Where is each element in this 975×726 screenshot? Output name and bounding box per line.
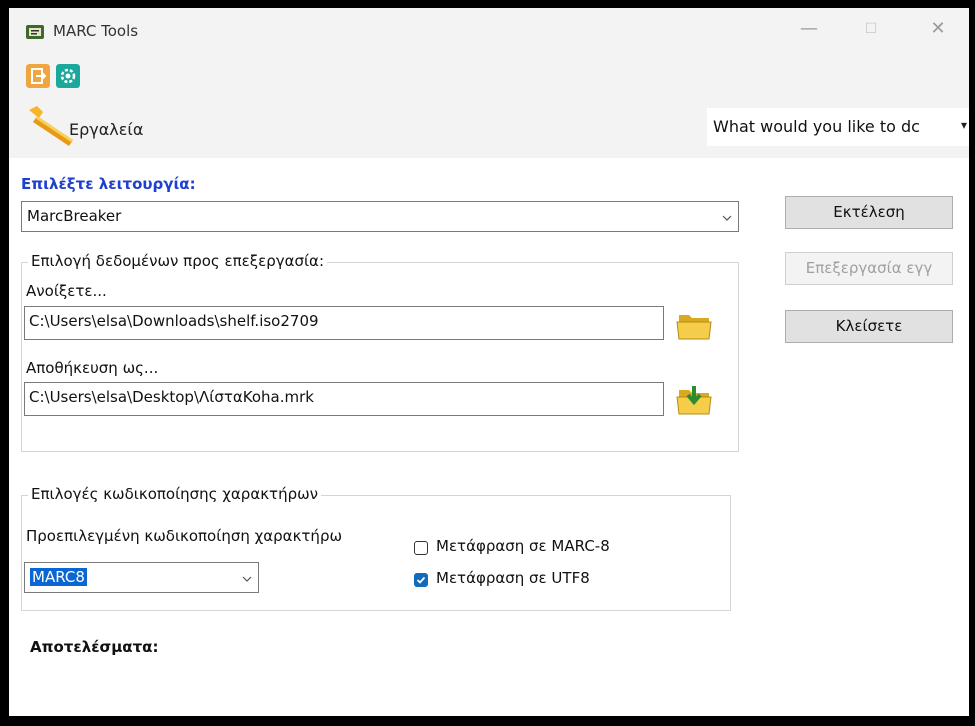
edit-records-button[interactable]: Επεξεργασία εγγ: [785, 252, 953, 285]
minimize-button[interactable]: —: [789, 18, 829, 39]
app-icon: [26, 25, 44, 39]
data-selection-title: Επιλογή δεδομένων προς επεξεργασία:: [28, 252, 327, 270]
default-encoding-value-wrap: MARC8: [30, 568, 87, 586]
function-select-value: MarcBreaker: [27, 207, 122, 225]
default-encoding-select[interactable]: MARC8: [24, 562, 259, 593]
results-label: Αποτελέσματα:: [30, 638, 159, 656]
open-file-path-value: C:\Users\elsa\Downloads\shelf.iso2709: [29, 312, 319, 330]
save-as-label: Αποθήκευση ως...: [26, 359, 159, 377]
tell-me-search-box[interactable]: What would you like to dc ▾: [707, 108, 969, 146]
encoding-options-group: Επιλογές κωδικοποίησης χαρακτήρων Προεπι…: [21, 485, 731, 611]
utf8-checkbox-label: Μετάφραση σε UTF8: [436, 569, 590, 587]
marc8-checkbox-label: Μετάφραση σε MARC-8: [436, 537, 610, 555]
quick-access-settings-icon[interactable]: [56, 64, 80, 88]
open-folder-icon[interactable]: [675, 309, 715, 343]
quick-access-exit-icon[interactable]: [26, 64, 50, 88]
marc8-checkbox[interactable]: [414, 541, 428, 555]
data-selection-group: Επιλογή δεδομένων προς επεξεργασία: Ανοί…: [21, 252, 739, 452]
tools-tab-label[interactable]: Εργαλεία: [69, 120, 143, 139]
save-as-path-input[interactable]: C:\Users\elsa\Desktop\ΛίσταKoha.mrk: [24, 382, 664, 416]
open-file-path-input[interactable]: C:\Users\elsa\Downloads\shelf.iso2709: [24, 306, 664, 340]
chevron-down-icon: [722, 215, 732, 221]
choose-function-label: Επιλέξτε λειτουργία:: [21, 175, 196, 193]
close-window-button[interactable]: ✕: [918, 18, 958, 39]
search-text: What would you like to dc: [713, 117, 920, 136]
function-select[interactable]: MarcBreaker: [21, 201, 739, 232]
close-button[interactable]: Κλείσετε: [785, 310, 953, 343]
checkmark-icon: [416, 576, 426, 584]
marc-tools-window: MARC Tools — ☐ ✕ Εργαλεία What would you…: [9, 8, 969, 716]
execute-button[interactable]: Εκτέλεση: [785, 196, 953, 229]
open-file-label: Ανοίξετε...: [26, 282, 107, 300]
ribbon: Εργαλεία What would you like to dc ▾: [9, 54, 969, 158]
save-as-path-value: C:\Users\elsa\Desktop\ΛίσταKoha.mrk: [29, 388, 314, 406]
save-folder-icon[interactable]: [675, 384, 715, 418]
default-encoding-value: MARC8: [30, 568, 87, 586]
maximize-button[interactable]: ☐: [851, 21, 891, 37]
default-encoding-label: Προεπιλεγμένη κωδικοποίηση χαρακτήρω: [26, 527, 343, 545]
encoding-options-title: Επιλογές κωδικοποίησης χαρακτήρων: [28, 485, 322, 503]
window-title: MARC Tools: [53, 22, 139, 40]
utf8-checkbox[interactable]: [414, 573, 428, 587]
search-dropdown-icon[interactable]: ▾: [961, 118, 967, 132]
title-bar: MARC Tools — ☐ ✕: [9, 8, 969, 54]
chevron-down-icon: [242, 576, 252, 582]
